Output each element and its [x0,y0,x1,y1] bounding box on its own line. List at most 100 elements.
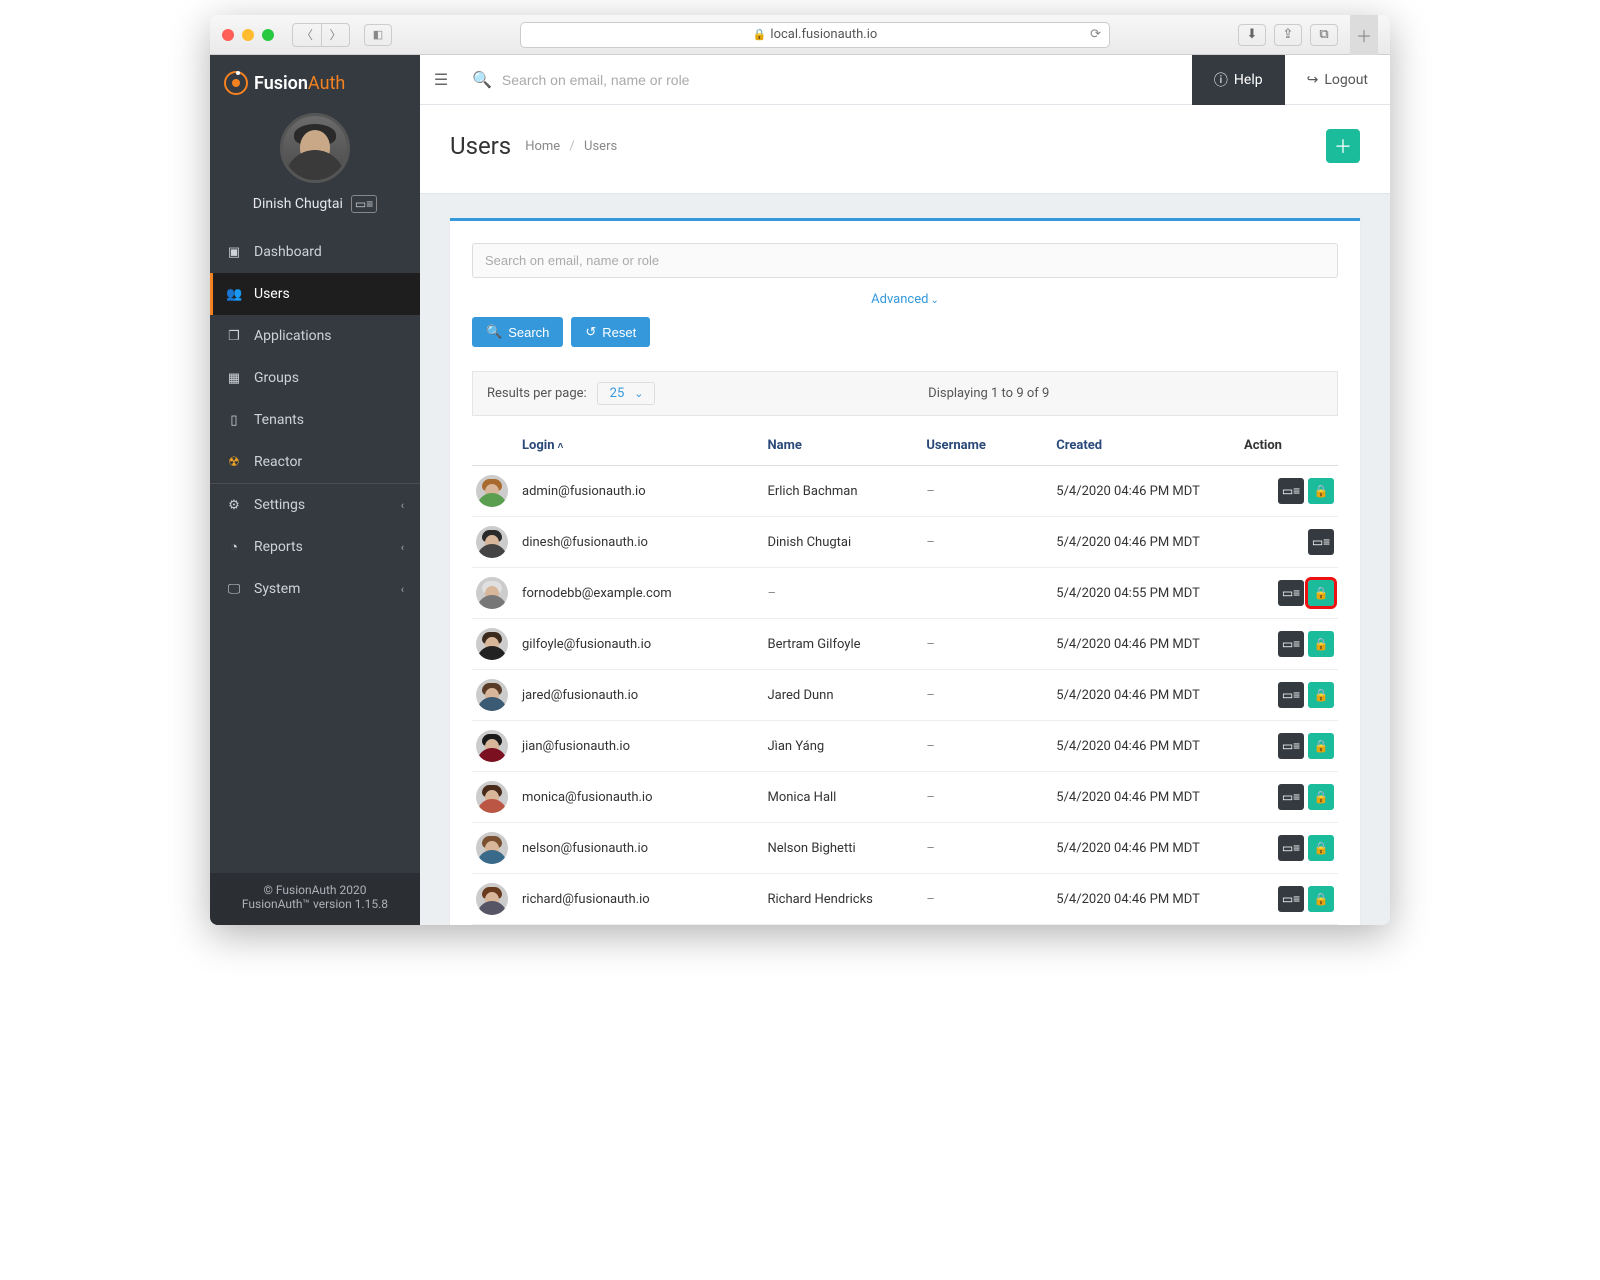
table-row: jared@fusionauth.ioJared Dunn–5/4/2020 0… [472,670,1338,721]
downloads-button[interactable]: ⬇ [1238,24,1266,46]
breadcrumb-current: Users [584,139,617,154]
cell-name: Jìan Yáng [767,739,926,754]
cell-username: – [926,790,1056,805]
col-username[interactable]: Username [926,438,1056,453]
results-per-page-select[interactable]: 25⌄ [597,382,655,405]
system-icon: 🖵 [226,582,242,597]
settings-icon: ⚙ [226,498,242,513]
col-created[interactable]: Created [1056,438,1244,453]
breadcrumb-home[interactable]: Home [525,139,560,154]
sort-asc-icon: ˄ [558,441,564,452]
cell-created: 5/4/2020 04:46 PM MDT [1056,637,1244,652]
chevron-left-icon: ‹ [401,583,404,596]
sidebar-item-users[interactable]: 👥Users [210,273,420,315]
cell-created: 5/4/2020 04:46 PM MDT [1056,484,1244,499]
id-card-icon: ▭≡ [1282,484,1300,498]
manage-user-button[interactable]: ▭≡ [1278,478,1304,504]
chevron-down-icon: ⌄ [634,387,643,400]
user-avatar [476,526,508,558]
manage-user-button[interactable]: ▭≡ [1278,682,1304,708]
share-button[interactable]: ⇪ [1274,24,1302,46]
table-row: dinesh@fusionauth.ioDinish Chugtai–5/4/2… [472,517,1338,568]
cell-actions: ▭≡🔒 [1244,631,1334,657]
table-row: richard@fusionauth.ioRichard Hendricks–5… [472,874,1338,925]
cell-created: 5/4/2020 04:55 PM MDT [1056,586,1244,601]
page-title: Users [450,132,511,160]
manage-user-button[interactable]: ▭≡ [1278,835,1304,861]
pagination-status: Displaying 1 to 9 of 9 [928,386,1049,401]
pagination-bar: Results per page: 25⌄ Displaying 1 to 9 … [472,371,1338,416]
cell-login: jared@fusionauth.io [522,688,767,703]
table-row: gilfoyle@fusionauth.ioBertram Gilfoyle–5… [472,619,1338,670]
sidebar-item-settings[interactable]: ⚙Settings‹ [210,484,420,526]
cell-username: – [926,535,1056,550]
search-button[interactable]: 🔍Search [472,317,563,347]
lock-icon: 🔒 [1314,892,1329,906]
sidebar-item-reports[interactable]: ◔Reports‹ [210,526,420,568]
sidebar: FusionAuth Dinish Chugtai ▭≡ ▣Dashboard … [210,55,420,925]
sidebar-item-tenants[interactable]: ▯Tenants [210,399,420,441]
table-row: fornodebb@example.com–5/4/2020 04:55 PM … [472,568,1338,619]
cell-name: Richard Hendricks [767,892,926,907]
lock-user-button[interactable]: 🔒 [1308,733,1334,759]
user-avatar [476,628,508,660]
lock-user-button[interactable]: 🔒 [1308,478,1334,504]
user-avatar [476,730,508,762]
manage-user-button[interactable]: ▭≡ [1278,733,1304,759]
users-table: Login˄ Name Username Created Action admi… [472,426,1338,925]
show-sidebar-button[interactable]: ◧ [364,24,392,46]
sidebar-item-applications[interactable]: ❐Applications [210,315,420,357]
sidebar-item-reactor[interactable]: ☢Reactor [210,441,420,483]
col-login[interactable]: Login˄ [522,438,767,453]
help-button[interactable]: ⓘ Help [1192,55,1285,105]
id-card-icon: ▭≡ [1282,892,1300,906]
id-card-icon[interactable]: ▭≡ [351,195,377,213]
manage-user-button[interactable]: ▭≡ [1278,580,1304,606]
cell-login: admin@fusionauth.io [522,484,767,499]
zoom-window-button[interactable] [262,29,274,41]
reload-icon[interactable]: ⟳ [1090,27,1101,42]
user-avatar [476,832,508,864]
current-user-avatar[interactable] [280,113,350,183]
address-bar[interactable]: 🔒 local.fusionauth.io ⟳ [520,22,1110,48]
user-avatar [476,781,508,813]
global-search-input[interactable] [502,72,1182,88]
col-action: Action [1244,438,1334,453]
logout-button[interactable]: ↪ Logout [1285,55,1390,105]
cell-login: jian@fusionauth.io [522,739,767,754]
lock-user-button[interactable]: 🔒 [1308,784,1334,810]
lock-user-button[interactable]: 🔒 [1308,580,1334,606]
lock-user-button[interactable]: 🔒 [1308,631,1334,657]
sidebar-item-dashboard[interactable]: ▣Dashboard [210,231,420,273]
sidebar-item-system[interactable]: 🖵System‹ [210,568,420,610]
lock-user-button[interactable]: 🔒 [1308,835,1334,861]
close-window-button[interactable] [222,29,234,41]
dashboard-icon: ▣ [226,245,242,260]
minimize-window-button[interactable] [242,29,254,41]
new-tab-button[interactable]: ＋ [1350,15,1378,55]
cell-created: 5/4/2020 04:46 PM MDT [1056,892,1244,907]
nav-buttons: 〈 〉 [292,23,350,47]
topbar: ☰ 🔍 ⓘ Help ↪ Logout [420,55,1390,105]
manage-user-button[interactable]: ▭≡ [1278,631,1304,657]
back-button[interactable]: 〈 [293,24,321,46]
sidebar-item-groups[interactable]: ▦Groups [210,357,420,399]
manage-user-button[interactable]: ▭≡ [1308,529,1334,555]
collapse-sidebar-button[interactable]: ☰ [420,70,462,89]
tabs-button[interactable]: ⧉ [1310,24,1338,46]
col-name[interactable]: Name [767,438,926,453]
cell-login: richard@fusionauth.io [522,892,767,907]
manage-user-button[interactable]: ▭≡ [1278,784,1304,810]
add-user-button[interactable]: ＋ [1326,129,1360,163]
lock-user-button[interactable]: 🔒 [1308,886,1334,912]
forward-button[interactable]: 〉 [321,24,349,46]
advanced-toggle[interactable]: Advanced⌄ [472,278,1338,317]
panel-search-input[interactable] [472,243,1338,278]
cell-name: Jared Dunn [767,688,926,703]
reset-button[interactable]: ↺Reset [571,317,650,347]
cell-created: 5/4/2020 04:46 PM MDT [1056,535,1244,550]
table-header: Login˄ Name Username Created Action [472,426,1338,466]
sidebar-nav: ▣Dashboard 👥Users ❐Applications ▦Groups … [210,231,420,610]
manage-user-button[interactable]: ▭≡ [1278,886,1304,912]
lock-user-button[interactable]: 🔒 [1308,682,1334,708]
